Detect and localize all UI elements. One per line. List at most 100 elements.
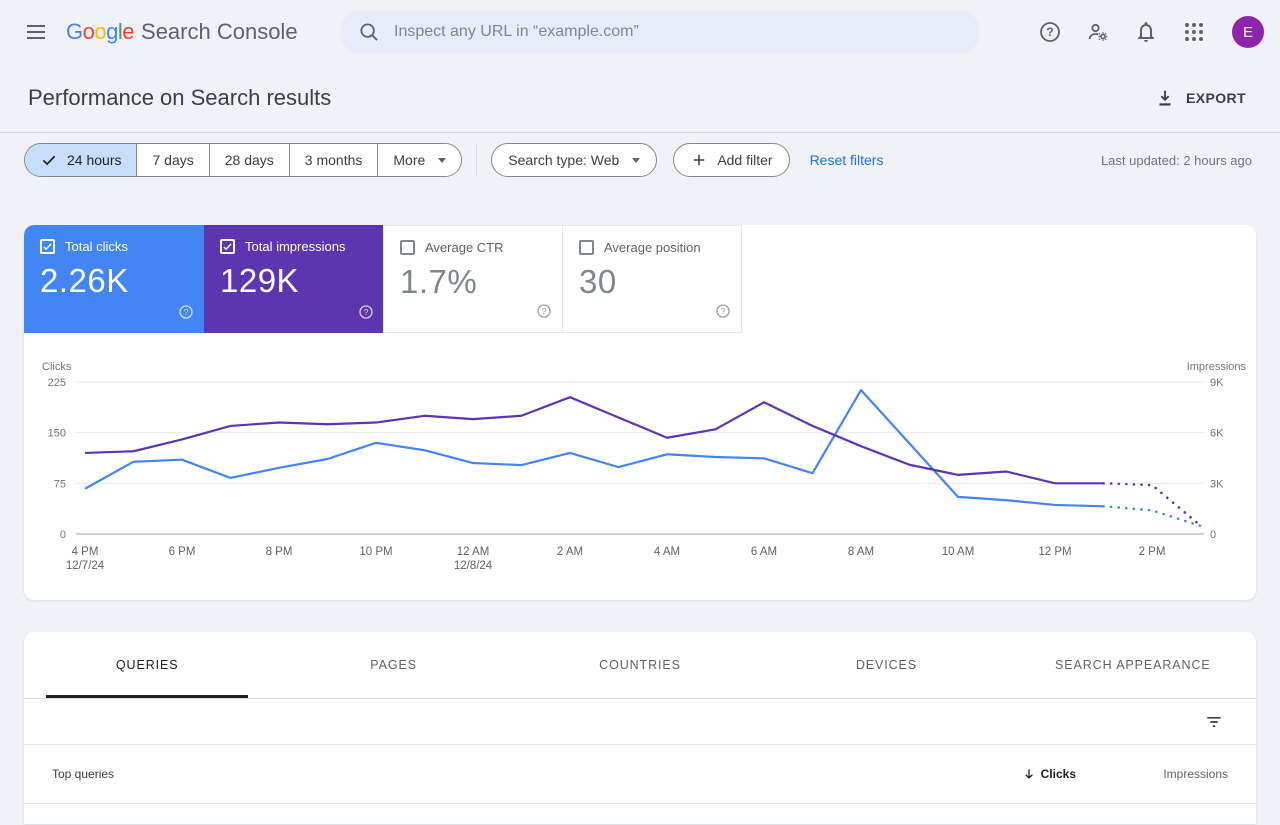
- chip-label: 28 days: [224, 152, 274, 168]
- reset-filters-link[interactable]: Reset filters: [810, 152, 884, 168]
- svg-text:2 PM: 2 PM: [1139, 546, 1166, 558]
- user-settings-button[interactable]: [1078, 12, 1118, 52]
- checkbox-checked-icon[interactable]: [220, 239, 235, 254]
- notifications-button[interactable]: [1126, 12, 1166, 52]
- search-type-label: Search type: Web: [508, 152, 620, 168]
- date-chip-28-days[interactable]: 28 days: [208, 144, 289, 176]
- tab-search-appearance[interactable]: SEARCH APPEARANCE: [1010, 632, 1256, 698]
- active-tab-indicator: [46, 695, 249, 698]
- column-header-top-queries: Top queries: [52, 767, 115, 781]
- svg-text:12 AM: 12 AM: [457, 546, 490, 558]
- checkbox-unchecked-icon[interactable]: [579, 240, 594, 255]
- column-header-clicks[interactable]: Clicks: [1021, 766, 1076, 782]
- date-range-chip-group: 24 hours 7 days 28 days 3 months More: [24, 143, 463, 177]
- date-chip-24-hours[interactable]: 24 hours: [25, 144, 137, 176]
- column-header-impressions[interactable]: Impressions: [1076, 767, 1228, 781]
- metric-average-position[interactable]: Average position 30 ?: [562, 225, 742, 333]
- logo-letter: o: [82, 19, 95, 44]
- tab-label: SEARCH APPEARANCE: [1055, 658, 1211, 672]
- product-name: Search Console: [141, 19, 298, 44]
- tab-devices[interactable]: DEVICES: [763, 632, 1009, 698]
- download-icon: [1159, 90, 1171, 106]
- add-filter-button[interactable]: Add filter: [673, 143, 790, 177]
- tab-label: QUERIES: [115, 658, 179, 672]
- chevron-down-icon: [632, 157, 641, 163]
- svg-text:6 AM: 6 AM: [751, 546, 777, 558]
- tab-countries[interactable]: COUNTRIES: [517, 632, 763, 698]
- filter-list-icon: [1207, 716, 1221, 727]
- export-button[interactable]: EXPORT: [1154, 87, 1246, 109]
- svg-text:2 AM: 2 AM: [557, 546, 583, 558]
- logo-letter: G: [66, 19, 83, 44]
- svg-text:?: ?: [721, 306, 726, 316]
- help-icon[interactable]: ?: [715, 303, 731, 324]
- svg-text:8 PM: 8 PM: [266, 546, 293, 558]
- table-toolbar: [24, 699, 1256, 745]
- dimensions-table-card: QUERIES PAGES COUNTRIES DEVICES SEARCH A…: [24, 632, 1256, 824]
- account-avatar[interactable]: E: [1232, 16, 1264, 48]
- hamburger-icon: [27, 25, 45, 39]
- metric-value: 1.7%: [400, 263, 478, 300]
- chip-label: 24 hours: [67, 152, 122, 168]
- menu-button[interactable]: [12, 8, 60, 56]
- help-icon[interactable]: ?: [358, 304, 374, 325]
- date-chip-7-days[interactable]: 7 days: [136, 144, 209, 176]
- date-chip-3-months[interactable]: 3 months: [288, 144, 378, 176]
- metric-average-ctr[interactable]: Average CTR 1.7% ?: [383, 225, 563, 333]
- svg-text:12 PM: 12 PM: [1038, 546, 1071, 558]
- checkbox-checked-icon[interactable]: [40, 239, 55, 254]
- help-button[interactable]: ?: [1030, 12, 1070, 52]
- tab-pages[interactable]: PAGES: [270, 632, 516, 698]
- help-icon[interactable]: ?: [536, 303, 552, 324]
- svg-text:150: 150: [48, 428, 66, 440]
- checkbox-unchecked-icon[interactable]: [400, 240, 415, 255]
- metric-cards-row: Total clicks 2.26K ? Total impressions 1…: [24, 225, 1256, 333]
- apps-grid-button[interactable]: [1174, 12, 1214, 52]
- search-icon: [360, 23, 378, 41]
- svg-text:10 PM: 10 PM: [359, 546, 392, 558]
- svg-text:3K: 3K: [1210, 478, 1224, 490]
- metric-total-clicks[interactable]: Total clicks 2.26K ?: [24, 225, 204, 333]
- metric-value: 129K: [220, 262, 300, 299]
- table-header-row: Top queries Clicks Impressions: [24, 745, 1256, 804]
- svg-text:10 AM: 10 AM: [942, 546, 975, 558]
- page-title: Performance on Search results: [28, 85, 332, 110]
- divider: [476, 143, 478, 177]
- user-settings-icon: [1088, 23, 1108, 41]
- metric-label: Total clicks: [65, 239, 128, 254]
- logo-letter: g: [106, 19, 118, 44]
- apps-grid-icon: [1185, 23, 1203, 41]
- search-type-dropdown[interactable]: Search type: Web: [491, 143, 658, 177]
- check-icon: [42, 155, 56, 166]
- last-updated-text: Last updated: 2 hours ago: [1100, 152, 1252, 168]
- metric-total-impressions[interactable]: Total impressions 129K ?: [204, 225, 384, 333]
- svg-text:4 AM: 4 AM: [654, 546, 680, 558]
- dimension-tabs: QUERIES PAGES COUNTRIES DEVICES SEARCH A…: [24, 632, 1256, 699]
- sort-descending-icon: [1024, 769, 1033, 779]
- tab-queries[interactable]: QUERIES: [24, 632, 270, 698]
- logo-letter: o: [94, 19, 107, 44]
- chevron-down-icon: [438, 157, 447, 163]
- tab-label: COUNTRIES: [599, 658, 681, 672]
- chip-label: More: [393, 152, 426, 168]
- bell-icon: [1137, 22, 1155, 42]
- url-inspect-searchbar[interactable]: [340, 10, 980, 54]
- svg-text:12/8/24: 12/8/24: [454, 560, 493, 572]
- chip-label: 3 months: [304, 152, 363, 168]
- svg-text:225: 225: [48, 377, 66, 389]
- svg-text:?: ?: [1046, 25, 1053, 39]
- metric-label: Average CTR: [425, 240, 504, 255]
- svg-text:6K: 6K: [1210, 428, 1224, 440]
- app-logo: Google Search Console: [66, 19, 298, 45]
- search-input[interactable]: [394, 23, 962, 41]
- table-filter-button[interactable]: [1198, 706, 1230, 738]
- svg-text:12/7/24: 12/7/24: [66, 560, 105, 572]
- metric-value: 2.26K: [40, 262, 129, 299]
- performance-summary-card: Total clicks 2.26K ? Total impressions 1…: [24, 225, 1256, 600]
- svg-text:4 PM: 4 PM: [72, 546, 99, 558]
- help-icon[interactable]: ?: [178, 304, 194, 325]
- svg-text:75: 75: [54, 478, 66, 490]
- date-chip-more[interactable]: More: [377, 144, 462, 176]
- svg-text:9K: 9K: [1210, 377, 1224, 389]
- svg-text:?: ?: [542, 306, 547, 316]
